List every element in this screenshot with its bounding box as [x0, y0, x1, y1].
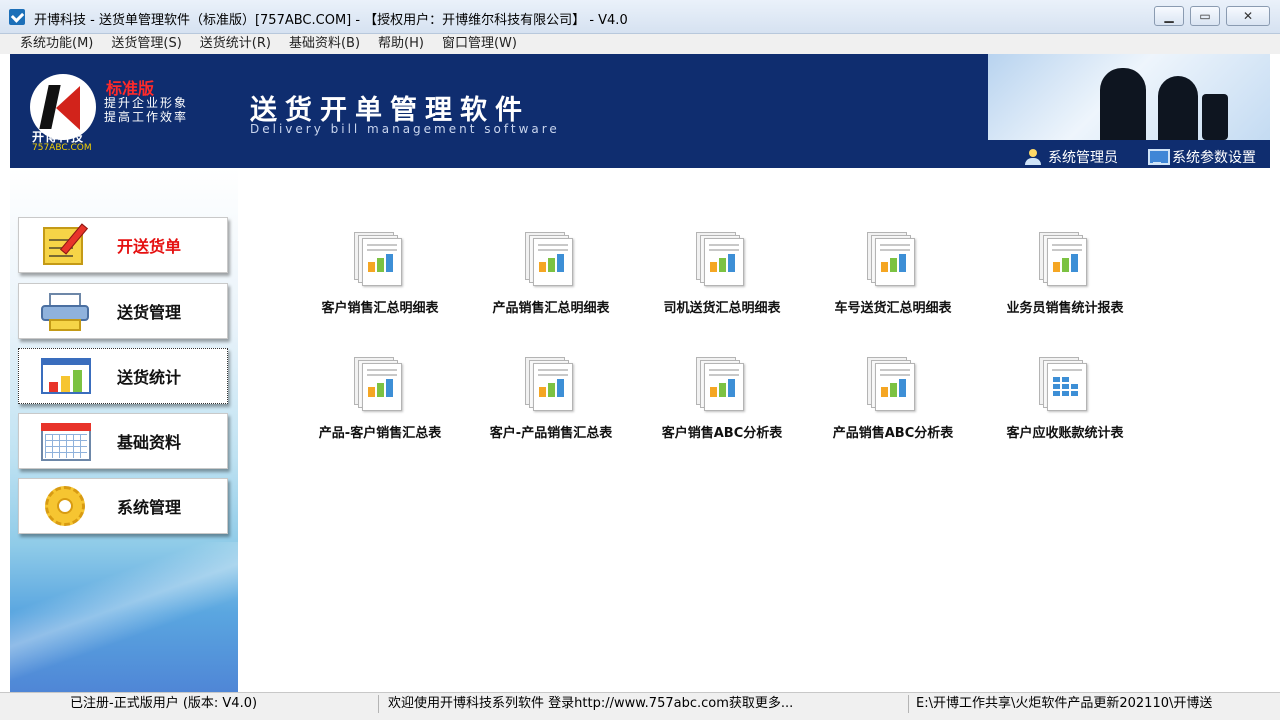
report-chart-icon — [352, 355, 408, 411]
status-divider — [378, 695, 379, 713]
app-subtitle: Delivery bill management software — [250, 122, 560, 136]
status-license: 已注册-正式版用户 (版本: V4.0) — [70, 696, 258, 711]
pencil-notepad-icon — [39, 223, 91, 265]
report-chart-icon — [523, 355, 579, 411]
report-chart-icon — [694, 230, 750, 286]
sidebar-item-label: 开送货单 — [117, 237, 182, 256]
report-label: 业务员销售统计报表 — [1006, 301, 1124, 316]
slogan-line-2: 提高工作效率 — [104, 110, 189, 124]
monitor-icon — [1148, 149, 1170, 165]
status-path: E:\开博工作共享\火炬软件产品更新202110\开博送 — [916, 696, 1213, 711]
sidebar-item-label: 基础资料 — [117, 433, 182, 452]
window-controls: ▁ ▭ ✕ — [1154, 6, 1270, 26]
report-product-abc-analysis[interactable]: 产品销售ABC分析表 — [808, 355, 978, 455]
banner-photo — [988, 54, 1270, 140]
report-customer-abc-analysis[interactable]: 客户销售ABC分析表 — [637, 355, 807, 455]
minimize-icon: ▁ — [1164, 9, 1174, 23]
report-product-customer-summary[interactable]: 产品-客户销售汇总表 — [295, 355, 465, 455]
report-chart-icon — [865, 230, 921, 286]
grid-table-icon — [39, 421, 91, 461]
admin-link[interactable]: 系统管理员 — [1024, 147, 1118, 167]
report-chart-icon — [523, 230, 579, 286]
settings-link[interactable]: 系统参数设置 — [1148, 147, 1256, 167]
report-receivables-statistics[interactable]: 客户应收账款统计表 — [980, 355, 1150, 455]
status-bar: 已注册-正式版用户 (版本: V4.0) 欢迎使用开博科技系列软件 登录http… — [0, 692, 1280, 720]
report-label: 客户销售ABC分析表 — [661, 426, 783, 441]
report-label: 客户销售汇总明细表 — [321, 301, 439, 316]
settings-link-label: 系统参数设置 — [1172, 150, 1256, 166]
sidebar-item-delivery-statistics[interactable]: 送货统计 — [18, 348, 228, 404]
maximize-button[interactable]: ▭ — [1190, 6, 1220, 26]
menu-statistics[interactable]: 送货统计(R) — [200, 34, 271, 54]
sidebar-item-system-management[interactable]: 系统管理 — [18, 478, 228, 534]
status-divider — [908, 695, 909, 713]
report-chart-icon — [1037, 230, 1093, 286]
report-product-sales-detail[interactable]: 产品销售汇总明细表 — [466, 230, 636, 330]
close-icon: ✕ — [1242, 9, 1254, 23]
report-customer-sales-detail[interactable]: 客户销售汇总明细表 — [295, 230, 465, 330]
report-label: 司机送货汇总明细表 — [663, 301, 781, 316]
report-label: 客户应收账款统计表 — [1006, 426, 1124, 441]
banner-links: 系统管理员 系统参数设置 — [1024, 147, 1256, 167]
bar-chart-window-icon — [39, 356, 91, 396]
admin-link-label: 系统管理员 — [1048, 150, 1118, 166]
report-label: 产品-客户销售汇总表 — [318, 426, 442, 441]
header-banner: 标准版 提升企业形象 提高工作效率 开博科技 757ABC.COM 送货开单管理… — [10, 54, 1270, 168]
status-welcome: 欢迎使用开博科技系列软件 登录http://www.757abc.com获取更多… — [388, 696, 794, 711]
menu-system[interactable]: 系统功能(M) — [20, 34, 93, 54]
window-title: 开博科技 - 送货单管理软件（标准版）[757ABC.COM] - 【授权用户：… — [34, 13, 628, 28]
report-label: 车号送货汇总明细表 — [834, 301, 952, 316]
report-label: 产品销售ABC分析表 — [832, 426, 954, 441]
menu-window[interactable]: 窗口管理(W) — [442, 34, 517, 54]
report-driver-delivery-detail[interactable]: 司机送货汇总明细表 — [637, 230, 807, 330]
user-icon — [1024, 149, 1042, 165]
report-vehicle-delivery-detail[interactable]: 车号送货汇总明细表 — [808, 230, 978, 330]
menu-help[interactable]: 帮助(H) — [378, 34, 424, 54]
printer-icon — [39, 291, 91, 331]
sidebar-item-label: 送货管理 — [117, 303, 182, 322]
sidebar: 开送货单 送货管理 送货统计 基础资料 系统管理 — [10, 168, 238, 692]
gear-icon — [39, 486, 91, 526]
company-url: 757ABC.COM — [32, 143, 92, 153]
sidebar-item-new-delivery[interactable]: 开送货单 — [18, 217, 228, 273]
report-chart-icon — [694, 355, 750, 411]
sidebar-wave-decoration — [10, 542, 238, 692]
report-chart-icon — [865, 355, 921, 411]
sidebar-item-label: 系统管理 — [117, 498, 182, 517]
monitor-silhouette — [1202, 94, 1228, 140]
person-silhouette — [1158, 76, 1198, 140]
menu-basic-data[interactable]: 基础资料(B) — [289, 34, 360, 54]
close-button[interactable]: ✕ — [1226, 6, 1270, 26]
sidebar-item-delivery-management[interactable]: 送货管理 — [18, 283, 228, 339]
sidebar-item-basic-data[interactable]: 基础资料 — [18, 413, 228, 469]
app-check-icon — [9, 9, 25, 25]
report-salesperson-statistics[interactable]: 业务员销售统计报表 — [980, 230, 1150, 330]
report-table-icon — [1037, 355, 1093, 411]
person-silhouette — [1100, 68, 1146, 140]
report-panel: 客户销售汇总明细表 产品销售汇总明细表 司机送货汇总明细表 车号送货汇总明细表 … — [238, 168, 1270, 692]
report-label: 产品销售汇总明细表 — [492, 301, 610, 316]
report-customer-product-summary[interactable]: 客户-产品销售汇总表 — [466, 355, 636, 455]
maximize-icon: ▭ — [1199, 9, 1211, 23]
menu-delivery[interactable]: 送货管理(S) — [111, 34, 181, 54]
report-chart-icon — [352, 230, 408, 286]
minimize-button[interactable]: ▁ — [1154, 6, 1184, 26]
title-bar: 开博科技 - 送货单管理软件（标准版）[757ABC.COM] - 【授权用户：… — [0, 0, 1280, 34]
menu-bar: 系统功能(M) 送货管理(S) 送货统计(R) 基础资料(B) 帮助(H) 窗口… — [0, 34, 1280, 54]
report-label: 客户-产品销售汇总表 — [489, 426, 613, 441]
sidebar-item-label: 送货统计 — [117, 368, 182, 387]
